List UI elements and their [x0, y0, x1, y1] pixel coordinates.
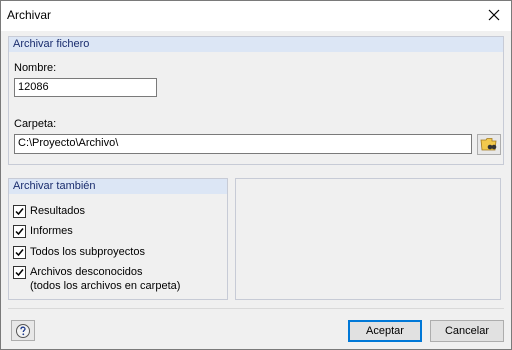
unknown-files-label: Archivos desconocidos	[30, 266, 143, 278]
checkmark-icon	[15, 228, 24, 236]
reports-checkbox[interactable]	[13, 225, 26, 238]
help-icon	[16, 323, 30, 338]
reports-option[interactable]: Informes	[13, 224, 73, 240]
close-icon	[488, 9, 500, 21]
browse-folder-button[interactable]	[477, 134, 501, 155]
unknown-files-sublabel: (todos los archivos en carpeta)	[30, 280, 181, 292]
name-field[interactable]: 12086	[14, 78, 157, 97]
folder-label: Carpeta:	[14, 118, 57, 130]
empty-panel	[235, 178, 501, 300]
archive-dialog: Archivar Archivar fichero Nombre: 12086 …	[0, 0, 512, 350]
results-option[interactable]: Resultados	[13, 204, 85, 220]
checkmark-icon	[15, 269, 24, 277]
reports-label: Informes	[30, 225, 73, 237]
results-label: Resultados	[30, 205, 86, 217]
archive-also-group-header: Archivar también	[9, 179, 227, 194]
all-subprojects-checkbox[interactable]	[13, 246, 26, 259]
unknown-files-option[interactable]: Archivos desconocidos (todos los archivo…	[13, 265, 180, 295]
accept-button[interactable]: Aceptar	[348, 320, 422, 342]
checkmark-icon	[15, 208, 24, 216]
unknown-files-checkbox[interactable]	[13, 266, 26, 279]
title-bar: Archivar	[1, 1, 511, 31]
archive-file-group-title: Archivar fichero	[13, 38, 90, 50]
archive-also-group: Archivar también Resultados Informes Tod…	[8, 178, 228, 300]
archive-also-group-title: Archivar también	[13, 180, 96, 192]
close-button[interactable]	[481, 3, 507, 27]
all-subprojects-option[interactable]: Todos los subproyectos	[13, 245, 145, 261]
window-title: Archivar	[7, 8, 52, 22]
name-label: Nombre:	[14, 62, 57, 74]
archive-file-group: Archivar fichero Nombre: 12086 Carpeta: …	[8, 36, 504, 165]
archive-file-group-header: Archivar fichero	[9, 37, 503, 52]
help-button[interactable]	[11, 320, 35, 341]
all-subprojects-label: Todos los subproyectos	[30, 246, 145, 258]
checkmark-icon	[15, 249, 24, 257]
folder-browse-icon	[480, 138, 497, 151]
results-checkbox[interactable]	[13, 205, 26, 218]
cancel-button[interactable]: Cancelar	[430, 320, 504, 342]
folder-path-field[interactable]: C:\Proyecto\Archivo\	[14, 134, 472, 154]
footer-separator	[8, 308, 504, 309]
